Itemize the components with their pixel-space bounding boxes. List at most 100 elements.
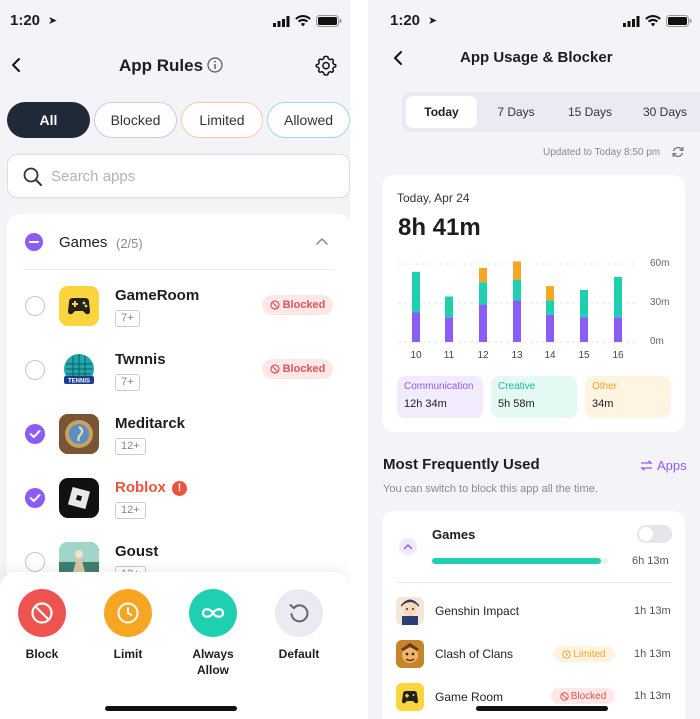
clock-icon: [117, 602, 139, 624]
x-tick-label: 14: [544, 350, 556, 361]
clash-of-clans-app-icon: [396, 640, 424, 668]
app-name: Meditarck: [115, 415, 186, 432]
usage-progress-fill: [432, 558, 601, 564]
category-label: Other: [592, 381, 618, 392]
y-tick-label: 0m: [650, 336, 664, 347]
block-button[interactable]: [18, 589, 66, 637]
search-field[interactable]: Search apps: [7, 154, 350, 198]
gameroom-app-icon: [59, 286, 99, 326]
warning-icon[interactable]: !: [172, 481, 187, 496]
age-rating: 7+: [115, 310, 140, 327]
chevron-up-icon[interactable]: [315, 236, 329, 246]
checkmark-icon: [29, 430, 41, 438]
age-rating: 12+: [115, 502, 146, 519]
blocked-badge: Blocked: [262, 359, 333, 379]
x-tick-label: 10: [410, 350, 422, 361]
bar-communication-16: [614, 317, 622, 342]
info-icon[interactable]: [207, 57, 223, 73]
search-placeholder: Search apps: [51, 168, 136, 185]
app-time: 1h 13m: [634, 690, 671, 702]
bar-communication-11: [445, 317, 453, 342]
meditarck-app-icon: [59, 414, 99, 454]
most-used-heading: Most Frequently Used: [383, 456, 540, 473]
blocked-badge: Blocked: [551, 688, 615, 704]
limited-badge: Limited: [553, 646, 615, 662]
category-other: Other 34m: [585, 376, 671, 418]
back-chevron-icon[interactable]: [10, 57, 22, 73]
category-label: Creative: [498, 381, 536, 392]
bar-communication-13: [513, 300, 521, 342]
age-rating: 7+: [115, 374, 140, 391]
genshin-app-icon: [396, 597, 424, 625]
limit-label: Limit: [113, 647, 143, 661]
category-value: 34m: [592, 398, 614, 410]
category-creative: Creative 5h 58m: [491, 376, 577, 418]
bar-creative-10: [412, 271, 420, 313]
svg-text:TENNIS: TENNIS: [68, 379, 90, 385]
bar-creative-11: [445, 296, 453, 318]
app-name: Goust: [115, 543, 159, 560]
select-radio[interactable]: [25, 360, 45, 380]
page-title: App Rules: [119, 56, 204, 75]
filter-allowed[interactable]: Allowed: [267, 102, 350, 138]
bar-creative-15: [580, 290, 588, 318]
block-toggle[interactable]: [637, 525, 672, 543]
bar-other-14: [546, 286, 554, 301]
group-name: Games: [432, 527, 476, 542]
blocked-icon: [560, 691, 569, 701]
select-radio[interactable]: [25, 552, 45, 572]
checkmark-icon: [29, 494, 41, 502]
bar-communication-14: [546, 314, 554, 342]
x-tick-label: 13: [511, 350, 523, 361]
divider: [23, 269, 334, 270]
battery-icon: [316, 15, 342, 27]
settings-gear-icon[interactable]: [315, 54, 337, 76]
category-value: 12h 34m: [404, 398, 447, 410]
clock-icon: [562, 649, 572, 659]
app-name: Genshin Impact: [435, 604, 520, 618]
app-name: Twnnis: [115, 351, 166, 368]
app-rules-screen: 1:20 ➤ App Rules All Blocked Limited All…: [0, 0, 350, 719]
x-tick-label: 11: [443, 350, 455, 361]
app-name: GameRoom: [115, 287, 200, 304]
default-button[interactable]: [275, 589, 323, 637]
bar-other-12: [479, 267, 487, 283]
age-rating: 12+: [115, 438, 146, 455]
collapse-chevron-icon[interactable]: [399, 538, 417, 556]
group-partial-select-icon[interactable]: [25, 233, 43, 251]
select-radio-checked[interactable]: [25, 424, 45, 444]
filter-blocked[interactable]: Blocked: [94, 102, 177, 138]
app-time: 1h 13m: [634, 605, 671, 617]
limit-button[interactable]: [104, 589, 152, 637]
apps-link[interactable]: Apps: [640, 458, 687, 473]
group-time: 6h 13m: [632, 555, 669, 567]
bar-communication-15: [580, 317, 588, 342]
default-label: Default: [278, 647, 320, 661]
select-radio-checked[interactable]: [25, 488, 45, 508]
home-indicator: [476, 706, 608, 711]
app-name: Roblox: [115, 479, 166, 496]
twnnis-app-icon: TENNIS: [59, 350, 99, 390]
swap-arrows-icon: [640, 460, 653, 471]
bar-other-13: [513, 261, 521, 280]
always-allow-label: Always Allow: [192, 647, 234, 677]
x-tick-label: 15: [578, 350, 590, 361]
app-name: Clash of Clans: [435, 647, 514, 661]
infinity-icon: [201, 608, 225, 618]
category-communication: Communication 12h 34m: [397, 376, 483, 418]
block-label: Block: [25, 647, 59, 661]
filter-all[interactable]: All: [7, 102, 90, 138]
wifi-icon: [295, 15, 311, 27]
filter-limited[interactable]: Limited: [181, 102, 263, 138]
y-tick-label: 60m: [650, 258, 670, 269]
cellular-signal-icon: [273, 15, 290, 27]
select-radio[interactable]: [25, 296, 45, 316]
most-used-subtitle: You can switch to block this app all the…: [383, 483, 598, 495]
usage-progress-track: [432, 558, 608, 564]
always-allow-button[interactable]: [189, 589, 237, 637]
roblox-app-icon: [59, 478, 99, 518]
category-label: Communication: [404, 381, 474, 392]
bar-creative-14: [546, 300, 554, 315]
app-name: Game Room: [435, 690, 504, 704]
status-bar: 1:20 ➤: [0, 12, 350, 32]
